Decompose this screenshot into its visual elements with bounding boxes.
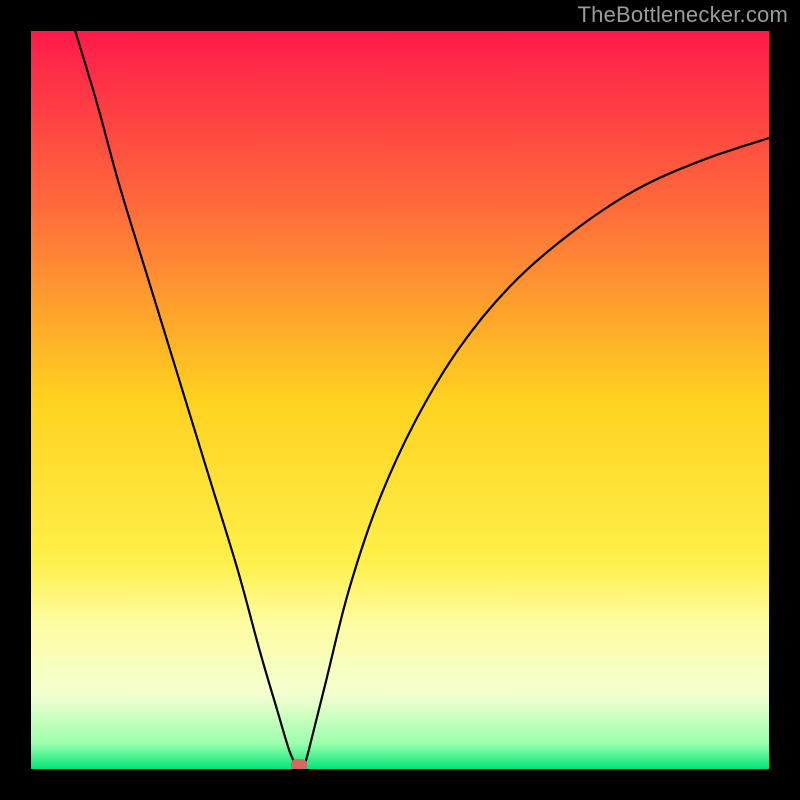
watermark-text: TheBottlenecker.com	[578, 2, 788, 28]
optimum-marker	[291, 759, 307, 769]
curve-layer	[31, 31, 769, 769]
chart-frame: TheBottlenecker.com	[0, 0, 800, 800]
plot-area	[31, 31, 769, 769]
bottleneck-curve	[75, 31, 769, 768]
